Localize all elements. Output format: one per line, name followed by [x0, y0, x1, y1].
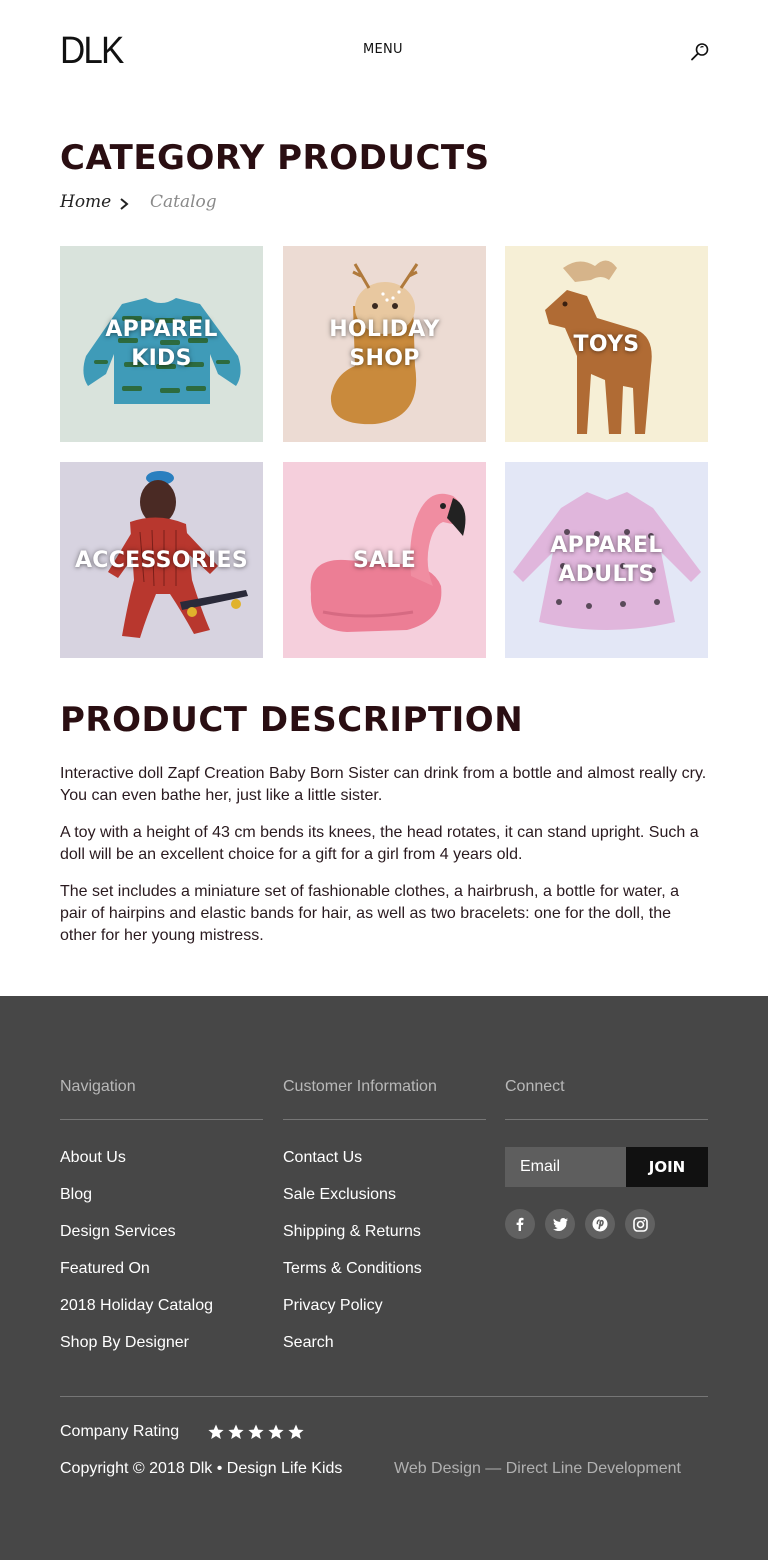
newsletter-form: JOIN	[505, 1147, 708, 1188]
star-icon	[268, 1424, 284, 1439]
category-tile-toys[interactable]: TOYS	[505, 246, 708, 442]
description-body: Interactive doll Zapf Creation Baby Born…	[60, 763, 710, 962]
footer-link[interactable]: About Us	[60, 1149, 126, 1166]
footer-heading: Connect	[505, 1078, 708, 1120]
footer-heading: Customer Information	[283, 1078, 486, 1120]
footer-link[interactable]: Design Services	[60, 1223, 176, 1240]
footer-link[interactable]: Sale Exclusions	[283, 1186, 396, 1203]
description-paragraph: Interactive doll Zapf Creation Baby Born…	[60, 765, 707, 804]
description-paragraph: The set includes a miniature set of fash…	[60, 883, 680, 944]
description-paragraph: A toy with a height of 43 cm bends its k…	[60, 824, 699, 863]
star-icon	[228, 1424, 244, 1439]
breadcrumb-current: Catalog	[150, 192, 217, 212]
breadcrumb-home[interactable]: Home	[60, 192, 111, 212]
footer-link[interactable]: Privacy Policy	[283, 1297, 383, 1314]
footer-link[interactable]: Contact Us	[283, 1149, 362, 1166]
star-icon	[208, 1424, 224, 1439]
email-field[interactable]	[505, 1147, 626, 1187]
footer-link[interactable]: Shipping & Returns	[283, 1223, 421, 1240]
footer-info-list: Contact Us Sale Exclusions Shipping & Re…	[283, 1147, 486, 1369]
category-label: APPAREL ADULTS	[550, 533, 663, 587]
footer-connect: Connect JOIN	[505, 1078, 708, 1278]
page-title: CATEGORY PRODUCTS	[60, 138, 490, 178]
star-icon	[248, 1424, 264, 1439]
category-label: HOLIDAY SHOP	[329, 317, 440, 371]
footer-divider	[60, 1396, 708, 1397]
footer-customer-info: Customer Information Contact Us Sale Exc…	[283, 1078, 486, 1369]
footer-link[interactable]: Blog	[60, 1186, 92, 1203]
footer-navigation: Navigation About Us Blog Design Services…	[60, 1078, 263, 1369]
site-header: DLK MENU	[0, 0, 768, 100]
twitter-icon[interactable]	[545, 1209, 575, 1239]
join-button[interactable]: JOIN	[626, 1147, 708, 1187]
site-footer: Navigation About Us Blog Design Services…	[0, 996, 768, 1560]
company-rating-label: Company Rating	[60, 1423, 180, 1440]
category-tile-apparel-adults[interactable]: APPAREL ADULTS	[505, 462, 708, 658]
category-label: APPAREL KIDS	[105, 317, 218, 371]
menu-button[interactable]: MENU	[363, 42, 403, 57]
category-tile-holiday-shop[interactable]: HOLIDAY SHOP	[283, 246, 486, 442]
footer-link[interactable]: Terms & Conditions	[283, 1260, 422, 1277]
footer-nav-list: About Us Blog Design Services Featured O…	[60, 1147, 263, 1369]
site-logo[interactable]: DLK	[60, 31, 124, 71]
footer-link[interactable]: Search	[283, 1334, 334, 1351]
copyright-text: Copyright © 2018 Dlk • Design Life Kids	[60, 1460, 343, 1477]
facebook-icon[interactable]	[505, 1209, 535, 1239]
footer-heading: Navigation	[60, 1078, 263, 1120]
footer-link[interactable]: Featured On	[60, 1260, 150, 1277]
pinterest-icon[interactable]	[585, 1209, 615, 1239]
footer-link[interactable]: Shop By Designer	[60, 1334, 189, 1351]
category-tile-apparel-kids[interactable]: APPAREL KIDS	[60, 246, 263, 442]
category-label: TOYS	[573, 331, 640, 357]
category-label: ACCESSORIES	[74, 547, 249, 573]
instagram-icon[interactable]	[625, 1209, 655, 1239]
category-tile-accessories[interactable]: ACCESSORIES	[60, 462, 263, 658]
chevron-right-icon	[120, 198, 129, 210]
developer-credit-link[interactable]: Web Design — Direct Line Development	[394, 1460, 681, 1478]
category-label: SALE	[352, 547, 417, 573]
category-tile-sale[interactable]: SALE	[283, 462, 486, 658]
star-icon	[288, 1424, 304, 1439]
footer-link[interactable]: 2018 Holiday Catalog	[60, 1297, 213, 1314]
description-title: PRODUCT DESCRIPTION	[60, 700, 524, 740]
search-icon[interactable]	[689, 41, 711, 63]
